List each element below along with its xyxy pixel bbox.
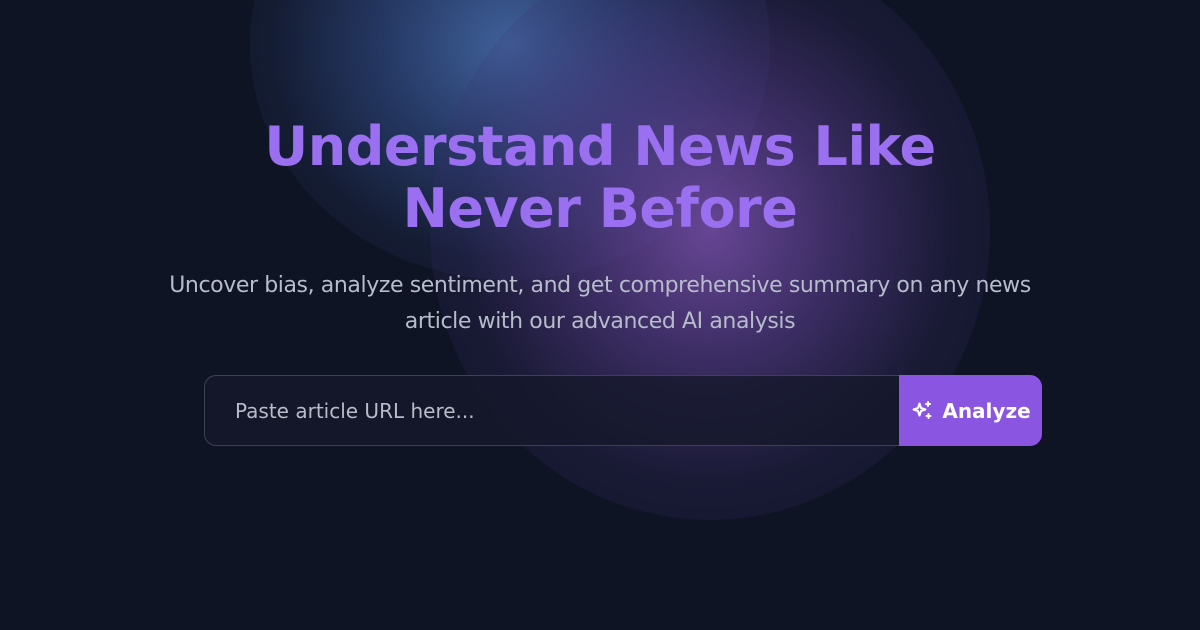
analyze-button[interactable]: Analyze (899, 375, 1042, 446)
hero-title: Understand News Like Never Before (264, 115, 936, 240)
sparkles-icon (910, 399, 934, 423)
article-url-form: Analyze (204, 375, 1042, 446)
page: Understand News Like Never Before Uncove… (0, 0, 1200, 630)
hero-section: Understand News Like Never Before Uncove… (0, 0, 1200, 630)
hero-subtitle: Uncover bias, analyze sentiment, and get… (169, 273, 1031, 334)
article-url-input[interactable] (204, 375, 899, 446)
analyze-button-label: Analyze (942, 398, 1031, 423)
